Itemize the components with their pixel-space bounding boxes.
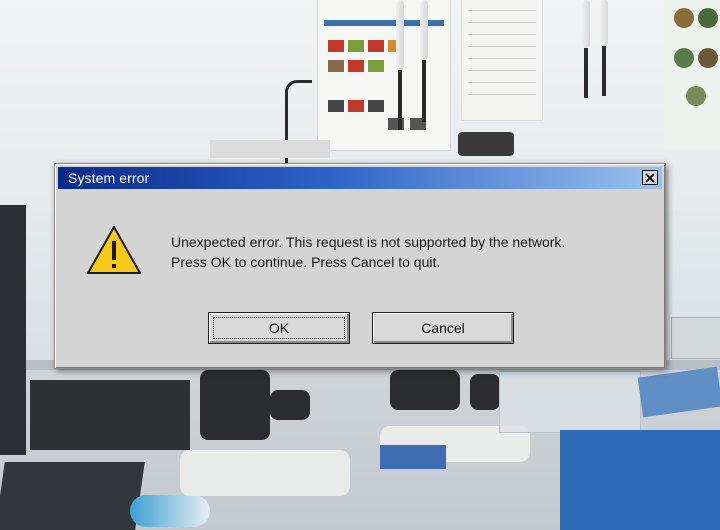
- focus-ring: [213, 317, 345, 339]
- warning-triangle-icon: [85, 224, 143, 276]
- small-blue-box: [380, 445, 446, 469]
- pipette: [600, 0, 608, 46]
- lab-device: [458, 132, 514, 156]
- pipette-tip: [422, 60, 426, 122]
- wall-chart: [462, 0, 542, 120]
- pipette-tip: [398, 70, 402, 130]
- close-icon: [645, 172, 655, 183]
- error-message-line-1: Unexpected error. This request is not su…: [171, 234, 566, 250]
- error-message: Unexpected error. This request is not su…: [171, 232, 565, 272]
- cancel-button-label: Cancel: [421, 320, 465, 336]
- pipette: [582, 0, 590, 48]
- ok-button[interactable]: OK: [208, 312, 350, 344]
- microscope: [180, 370, 350, 510]
- wall-poster-right: [664, 0, 720, 150]
- error-message-line-2: Press OK to continue. Press Cancel to qu…: [171, 254, 441, 270]
- pipette-tip: [602, 46, 606, 96]
- computer-tower: [30, 380, 190, 450]
- cancel-button[interactable]: Cancel: [372, 312, 514, 344]
- dialog-title: System error: [68, 170, 150, 186]
- pipette: [420, 0, 428, 60]
- monitor: [0, 205, 26, 455]
- close-button[interactable]: [642, 170, 658, 185]
- system-error-dialog: System error Unexpected error. This requ…: [54, 163, 666, 369]
- shelf: [210, 140, 330, 158]
- tray: [672, 318, 720, 358]
- blue-cabinet: [560, 430, 720, 530]
- keyboard: [0, 462, 145, 530]
- storage-box: [500, 372, 640, 432]
- dialog-titlebar[interactable]: System error: [58, 167, 662, 189]
- pipette-tip: [584, 48, 588, 98]
- pipette: [396, 0, 404, 70]
- wall-poster: [318, 0, 450, 150]
